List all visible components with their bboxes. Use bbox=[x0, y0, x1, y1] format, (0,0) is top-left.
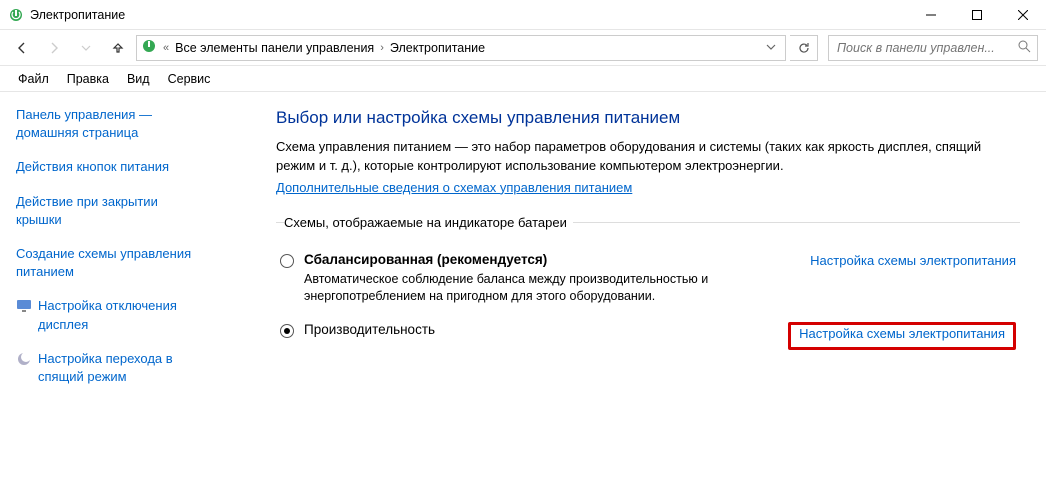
up-button[interactable] bbox=[104, 34, 132, 62]
window-buttons bbox=[908, 0, 1046, 30]
breadcrumb-all-cp-items[interactable]: Все элементы панели управления bbox=[175, 41, 374, 55]
plan-performance-radio[interactable] bbox=[280, 324, 294, 338]
sidebar-label: Создание схемы управления bbox=[16, 246, 191, 261]
menu-view[interactable]: Вид bbox=[119, 70, 158, 88]
sidebar-label: Настройка отключения bbox=[38, 298, 177, 313]
search-box[interactable] bbox=[828, 35, 1038, 61]
sidebar-cp-home[interactable]: Панель управления — домашняя страница bbox=[16, 106, 240, 142]
menu-service[interactable]: Сервис bbox=[160, 70, 219, 88]
sidebar: Панель управления — домашняя страница Де… bbox=[0, 92, 250, 502]
plan-name: Сбалансированная (рекомендуется) bbox=[304, 252, 547, 267]
window-title: Электропитание bbox=[30, 8, 908, 22]
page-title: Выбор или настройка схемы управления пит… bbox=[276, 108, 1020, 128]
menu-file[interactable]: Файл bbox=[10, 70, 57, 88]
nav-row: « Все элементы панели управления › Элект… bbox=[0, 30, 1046, 66]
plan-name: Производительность bbox=[304, 322, 435, 337]
search-icon bbox=[1018, 40, 1031, 56]
sidebar-label: дисплея bbox=[38, 317, 88, 332]
back-button[interactable] bbox=[8, 34, 36, 62]
moon-icon bbox=[16, 351, 32, 367]
sidebar-sleep-settings[interactable]: Настройка перехода в спящий режим bbox=[16, 350, 240, 386]
search-input[interactable] bbox=[835, 40, 1018, 56]
refresh-button[interactable] bbox=[790, 35, 818, 61]
plan-balanced: Сбалансированная (рекомендуется) Автомат… bbox=[276, 244, 1020, 314]
address-history-dropdown[interactable] bbox=[761, 40, 781, 55]
menu-bar: Файл Правка Вид Сервис bbox=[0, 66, 1046, 92]
sidebar-label: Действия кнопок питания bbox=[16, 158, 169, 176]
plan-performance: Производительность Настройка схемы элект… bbox=[276, 314, 1020, 358]
breadcrumb-power-options[interactable]: Электропитание bbox=[390, 41, 485, 55]
content-area: Панель управления — домашняя страница Де… bbox=[0, 92, 1046, 502]
main-panel: Выбор или настройка схемы управления пит… bbox=[250, 92, 1046, 502]
address-bar[interactable]: « Все элементы панели управления › Элект… bbox=[136, 35, 786, 61]
forward-button[interactable] bbox=[40, 34, 68, 62]
sidebar-create-plan[interactable]: Создание схемы управления питанием bbox=[16, 245, 240, 281]
plans-legend: Схемы, отображаемые на индикаторе батаре… bbox=[284, 215, 573, 230]
breadcrumb-root[interactable]: « bbox=[163, 42, 169, 54]
plan-description: Автоматическое соблюдение баланса между … bbox=[304, 271, 734, 306]
sidebar-lid-close-action[interactable]: Действие при закрытии крышки bbox=[16, 193, 240, 229]
plans-group: Схемы, отображаемые на индикаторе батаре… bbox=[276, 215, 1020, 358]
chevron-right-icon: › bbox=[380, 42, 384, 54]
page-description: Схема управления питанием — это набор па… bbox=[276, 138, 1020, 176]
plan-performance-configure-link[interactable]: Настройка схемы электропитания bbox=[788, 322, 1016, 350]
plan-balanced-radio[interactable] bbox=[280, 254, 294, 268]
sidebar-label: Действие при закрытии bbox=[16, 194, 158, 209]
close-button[interactable] bbox=[1000, 0, 1046, 30]
power-options-icon bbox=[8, 7, 24, 23]
maximize-button[interactable] bbox=[954, 0, 1000, 30]
titlebar: Электропитание bbox=[0, 0, 1046, 30]
sidebar-power-button-actions[interactable]: Действия кнопок питания bbox=[16, 158, 240, 176]
plan-balanced-configure-link[interactable]: Настройка схемы электропитания bbox=[810, 252, 1016, 268]
sidebar-label: Панель управления — bbox=[16, 107, 152, 122]
sidebar-label: домашняя страница bbox=[16, 125, 138, 140]
sidebar-label: Настройка перехода в bbox=[38, 351, 173, 366]
sidebar-label: спящий режим bbox=[38, 369, 127, 384]
sidebar-label: крышки bbox=[16, 212, 62, 227]
sidebar-label: питанием bbox=[16, 264, 74, 279]
menu-edit[interactable]: Правка bbox=[59, 70, 117, 88]
more-info-link[interactable]: Дополнительные сведения о схемах управле… bbox=[276, 180, 632, 195]
minimize-button[interactable] bbox=[908, 0, 954, 30]
power-options-icon bbox=[141, 38, 157, 57]
sidebar-display-off[interactable]: Настройка отключения дисплея bbox=[16, 297, 240, 333]
monitor-icon bbox=[16, 298, 32, 314]
recent-dropdown[interactable] bbox=[72, 34, 100, 62]
